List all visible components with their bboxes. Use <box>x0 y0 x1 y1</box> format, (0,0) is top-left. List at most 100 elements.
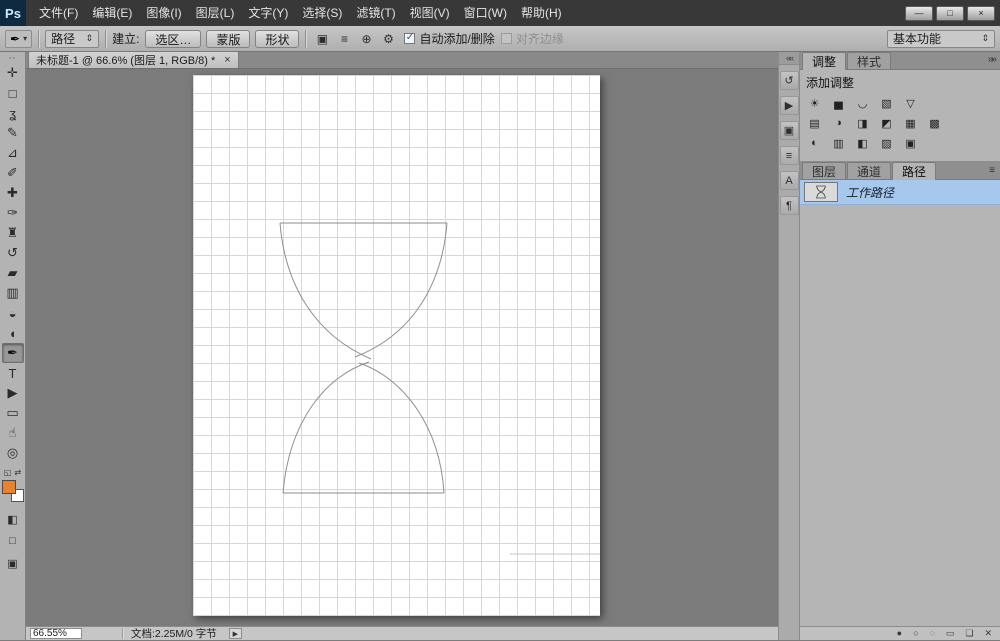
menu-window[interactable]: 窗口(W) <box>457 0 514 26</box>
menu-edit[interactable]: 编辑(E) <box>85 0 139 26</box>
threshold-icon[interactable]: ◧ <box>854 136 871 150</box>
eyedropper-tool[interactable]: ✐ <box>2 163 24 183</box>
tab-adjustments[interactable]: 调整 <box>802 52 846 70</box>
hue-saturation-icon[interactable]: ▤ <box>806 116 823 130</box>
history-brush-tool[interactable]: ↺ <box>2 243 24 263</box>
expand-dock-button[interactable]: «« <box>779 52 799 65</box>
paragraph-panel-icon[interactable]: ¶ <box>780 196 799 215</box>
workspace-select[interactable]: 基本功能 ⇕ <box>887 30 995 48</box>
foreground-color-swatch[interactable] <box>2 480 16 494</box>
quick-selection-tool[interactable]: ✎ <box>2 123 24 143</box>
curves-icon[interactable]: ◡ <box>854 96 871 110</box>
delete-path-icon[interactable]: ✕ <box>984 629 992 638</box>
channel-mixer-icon[interactable]: ▦ <box>902 116 919 130</box>
close-button[interactable]: × <box>967 6 995 21</box>
workspace-value: 基本功能 <box>893 30 941 47</box>
dodge-tool[interactable]: ◖ <box>2 323 24 343</box>
actions-panel-icon[interactable]: ▶ <box>780 96 799 115</box>
rectangle-tool[interactable]: ▭ <box>2 403 24 423</box>
pen-tool[interactable]: ✒ <box>2 343 24 363</box>
invert-icon[interactable]: ◐ <box>806 136 823 150</box>
full-screen-mode-icon[interactable]: ▣ <box>2 555 24 571</box>
fill-path-icon[interactable]: ● <box>897 629 902 638</box>
minimize-button[interactable]: — <box>905 6 933 21</box>
swap-colors-icon[interactable]: ⇄ <box>14 468 21 477</box>
hand-tool[interactable]: ☝ <box>2 423 24 443</box>
menu-view[interactable]: 视图(V) <box>403 0 457 26</box>
zoom-level-field[interactable]: 66.55% <box>30 628 82 639</box>
color-mini-controls: ◱ ⇄ <box>4 467 21 477</box>
tool-mode-select[interactable]: 路径 ⇕ <box>45 30 99 48</box>
mask-button[interactable]: 蒙版 <box>206 30 250 48</box>
hourglass-thumbnail-icon <box>815 184 827 200</box>
black-white-icon[interactable]: ◨ <box>854 116 871 130</box>
history-panel-icon[interactable]: ↺ <box>780 71 799 90</box>
shape-button[interactable]: 形状 <box>255 30 299 48</box>
tool-preset-button[interactable]: ✒ ▾ <box>5 30 32 48</box>
stroke-path-icon[interactable]: ○ <box>913 629 918 638</box>
color-lookup-icon[interactable]: ▩ <box>926 116 943 130</box>
document-tab[interactable]: 未标题-1 @ 66.6% (图层 1, RGB/8) * × <box>28 51 239 68</box>
maximize-button[interactable]: □ <box>936 6 964 21</box>
gradient-tool[interactable]: ▥ <box>2 283 24 303</box>
tab-channels[interactable]: 通道 <box>847 162 891 179</box>
collapse-dock-button[interactable]: »» <box>988 54 995 65</box>
levels-icon[interactable]: ▅ <box>830 96 847 110</box>
blur-tool[interactable]: ◒ <box>2 303 24 323</box>
canvas-area[interactable] <box>26 69 778 626</box>
exposure-icon[interactable]: ▧ <box>878 96 895 110</box>
brightness-contrast-icon[interactable]: ☀ <box>806 96 823 110</box>
quick-mask-mode-icon[interactable]: ◧ <box>2 511 24 527</box>
selective-color-icon[interactable]: ▣ <box>902 136 919 150</box>
vibrance-icon[interactable]: ▽ <box>902 96 919 110</box>
document-canvas[interactable] <box>193 75 600 616</box>
path-operations-icon[interactable]: ▣ <box>312 30 332 48</box>
info-panel-icon[interactable]: ≡ <box>780 146 799 165</box>
paths-panel-footer: ● ○ ◌ ▭ ❏ ✕ <box>800 626 1000 640</box>
default-colors-icon[interactable]: ◱ <box>4 468 12 477</box>
menu-image[interactable]: 图像(I) <box>139 0 188 26</box>
menu-select[interactable]: 选择(S) <box>295 0 349 26</box>
menu-type[interactable]: 文字(Y) <box>241 0 295 26</box>
document-tab-bar: 未标题-1 @ 66.6% (图层 1, RGB/8) * × <box>26 52 778 69</box>
zoom-tool[interactable]: ◎ <box>2 443 24 463</box>
eraser-tool[interactable]: ▰ <box>2 263 24 283</box>
path-item-work-path[interactable]: 工作路径 <box>800 180 1000 205</box>
path-alignment-icon[interactable]: ≡ <box>334 30 354 48</box>
healing-brush-tool[interactable]: ✚ <box>2 183 24 203</box>
marquee-tool[interactable]: □ <box>2 83 24 103</box>
tab-styles[interactable]: 样式 <box>847 52 891 69</box>
align-edges-checkbox[interactable] <box>501 33 512 44</box>
clone-source-panel-icon[interactable]: ▣ <box>780 121 799 140</box>
tab-layers[interactable]: 图层 <box>802 162 846 179</box>
color-balance-icon[interactable]: ◑ <box>830 116 847 130</box>
status-menu-button[interactable]: ▶ <box>229 628 242 639</box>
close-tab-icon[interactable]: × <box>224 55 230 66</box>
selection-button[interactable]: 选区… <box>145 30 201 48</box>
move-tool[interactable]: ✛ <box>2 63 24 83</box>
character-panel-icon[interactable]: A <box>780 171 799 190</box>
add-mask-icon[interactable]: ▭ <box>946 629 955 638</box>
clone-stamp-tool[interactable]: ♜ <box>2 223 24 243</box>
posterize-icon[interactable]: ▥ <box>830 136 847 150</box>
crop-tool[interactable]: ⊿ <box>2 143 24 163</box>
brush-tool[interactable]: ✑ <box>2 203 24 223</box>
load-selection-icon[interactable]: ◌ <box>930 629 935 638</box>
toolbar-grip[interactable]: ▪▪ <box>9 54 16 63</box>
menu-layer[interactable]: 图层(L) <box>189 0 242 26</box>
path-selection-tool[interactable]: ▶ <box>2 383 24 403</box>
lasso-tool[interactable]: ʓ <box>2 103 24 123</box>
tab-paths[interactable]: 路径 <box>892 162 936 180</box>
path-arrange-icon[interactable]: ⊕ <box>356 30 376 48</box>
gradient-map-icon[interactable]: ▨ <box>878 136 895 150</box>
type-tool[interactable]: T <box>2 363 24 383</box>
panel-menu-icon[interactable]: ≡ <box>989 165 995 176</box>
gear-icon[interactable]: ⚙ <box>378 30 398 48</box>
auto-add-checkbox[interactable]: ✓ <box>404 33 415 44</box>
menu-file[interactable]: 文件(F) <box>32 0 85 26</box>
screen-mode-icon[interactable]: □ <box>2 533 24 549</box>
menu-filter[interactable]: 滤镜(T) <box>349 0 402 26</box>
photo-filter-icon[interactable]: ◩ <box>878 116 895 130</box>
new-path-icon[interactable]: ❏ <box>965 629 973 638</box>
menu-help[interactable]: 帮助(H) <box>514 0 569 26</box>
